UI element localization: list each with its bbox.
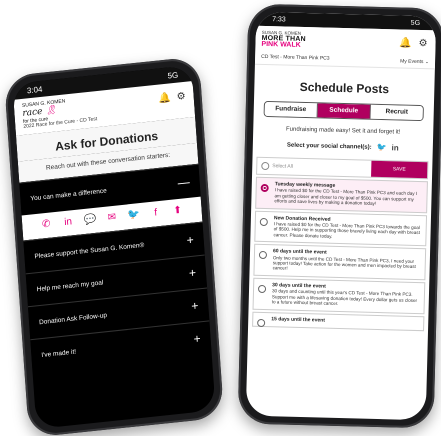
- tab-schedule[interactable]: Schedule: [317, 103, 371, 119]
- walk-logo: SUSAN G. KOMEN MORE THAN PINK WALK: [261, 29, 306, 49]
- expand-icon[interactable]: +: [189, 266, 197, 281]
- social-label: Select your social channel(s):: [286, 142, 372, 151]
- social-channel-select: Select your social channel(s): 🐦 in: [253, 140, 433, 154]
- twitter-icon[interactable]: 🐦: [126, 209, 141, 221]
- event-subtitle: CD Test - More Than Pink PC3: [261, 53, 330, 62]
- post-item[interactable]: New Donation Received I have raised $0 f…: [254, 210, 428, 247]
- post-item[interactable]: Tuesday weekly message I have raised $0 …: [255, 176, 428, 213]
- collapse-icon[interactable]: —: [177, 175, 190, 190]
- right-phone-screen: 7:33 5G SUSAN G. KOMEN MORE THAN PINK WA…: [245, 11, 437, 421]
- post-body: I have raised $0 for the CD Test - More …: [273, 221, 420, 239]
- twitter-icon[interactable]: 🐦: [377, 143, 387, 152]
- post-radio[interactable]: [257, 318, 266, 327]
- post-body: Only two months until the CD Test - More…: [272, 254, 416, 272]
- ribbon-icon: 🎗: [44, 105, 58, 117]
- post-item[interactable]: 60 days until the event Only two months …: [253, 243, 427, 281]
- accordion-label: I've made it!: [41, 347, 77, 359]
- tab-bar: Fundraise Schedule Recruit: [263, 100, 424, 122]
- accordion-label: Please support the Susan G. Komen®: [34, 241, 145, 260]
- tab-recruit[interactable]: Recruit: [370, 104, 423, 121]
- save-button[interactable]: SAVE: [371, 160, 428, 179]
- facebook-icon[interactable]: f: [148, 207, 163, 219]
- chevron-down-icon: ⌄: [424, 59, 430, 66]
- left-phone: 3:04 5G SUSAN G. KOMEN race 🎗 for the cu…: [3, 56, 225, 436]
- accordion-label: Help me reach my goal: [36, 278, 104, 293]
- linkedin-icon[interactable]: in: [391, 143, 398, 152]
- app-icon[interactable]: ⬆: [170, 204, 185, 217]
- post-item[interactable]: 15 days until the event: [252, 311, 425, 332]
- gear-icon[interactable]: ⚙: [418, 38, 427, 49]
- app-header: SUSAN G. KOMEN MORE THAN PINK WALK CD Te…: [254, 25, 436, 70]
- accordion-label: You can make a difference: [30, 187, 107, 202]
- linkedin-icon[interactable]: in: [61, 216, 76, 228]
- status-time: 7:33: [272, 15, 286, 23]
- post-radio[interactable]: [259, 217, 268, 226]
- select-all-label: Select All: [272, 163, 293, 170]
- status-time: 3:04: [26, 84, 43, 95]
- left-phone-screen: 3:04 5G SUSAN G. KOMEN race 🎗 for the cu…: [12, 65, 216, 429]
- post-radio[interactable]: [260, 183, 269, 193]
- status-signal: 5G: [167, 69, 179, 81]
- select-save-bar: Select All SAVE: [256, 156, 429, 180]
- post-item[interactable]: 30 days until the event 30 days and coun…: [252, 277, 426, 314]
- tab-fundraise[interactable]: Fundraise: [264, 101, 318, 118]
- gear-icon[interactable]: ⚙: [176, 91, 186, 103]
- whatsapp-icon[interactable]: ✆: [39, 218, 54, 231]
- status-signal: 5G: [410, 19, 421, 27]
- post-body: I have raised $0 for the CD Test - More …: [274, 187, 418, 207]
- select-all-toggle[interactable]: Select All: [257, 158, 371, 177]
- select-all-radio[interactable]: [261, 161, 270, 171]
- post-radio[interactable]: [258, 251, 268, 260]
- accordion-label: Donation Ask Follow-up: [38, 311, 108, 326]
- post-title: 15 days until the event: [271, 315, 325, 324]
- post-radio[interactable]: [257, 284, 267, 293]
- my-events-dropdown[interactable]: My Events ⌄: [400, 58, 429, 65]
- expand-icon[interactable]: +: [186, 233, 194, 248]
- right-phone: 7:33 5G SUSAN G. KOMEN MORE THAN PINK WA…: [237, 3, 441, 429]
- expand-icon[interactable]: +: [191, 298, 199, 313]
- page-title: Schedule Posts: [299, 79, 390, 97]
- intro-text: Fundraising made easy! Set it and forget…: [285, 126, 401, 136]
- post-body: 30 days and counting until this year's C…: [271, 288, 418, 307]
- email-icon[interactable]: ✉: [105, 211, 120, 224]
- bell-icon[interactable]: 🔔: [158, 92, 171, 104]
- expand-icon[interactable]: +: [193, 331, 201, 346]
- bell-icon[interactable]: 🔔: [399, 37, 412, 48]
- chat-icon[interactable]: 💬: [83, 214, 98, 226]
